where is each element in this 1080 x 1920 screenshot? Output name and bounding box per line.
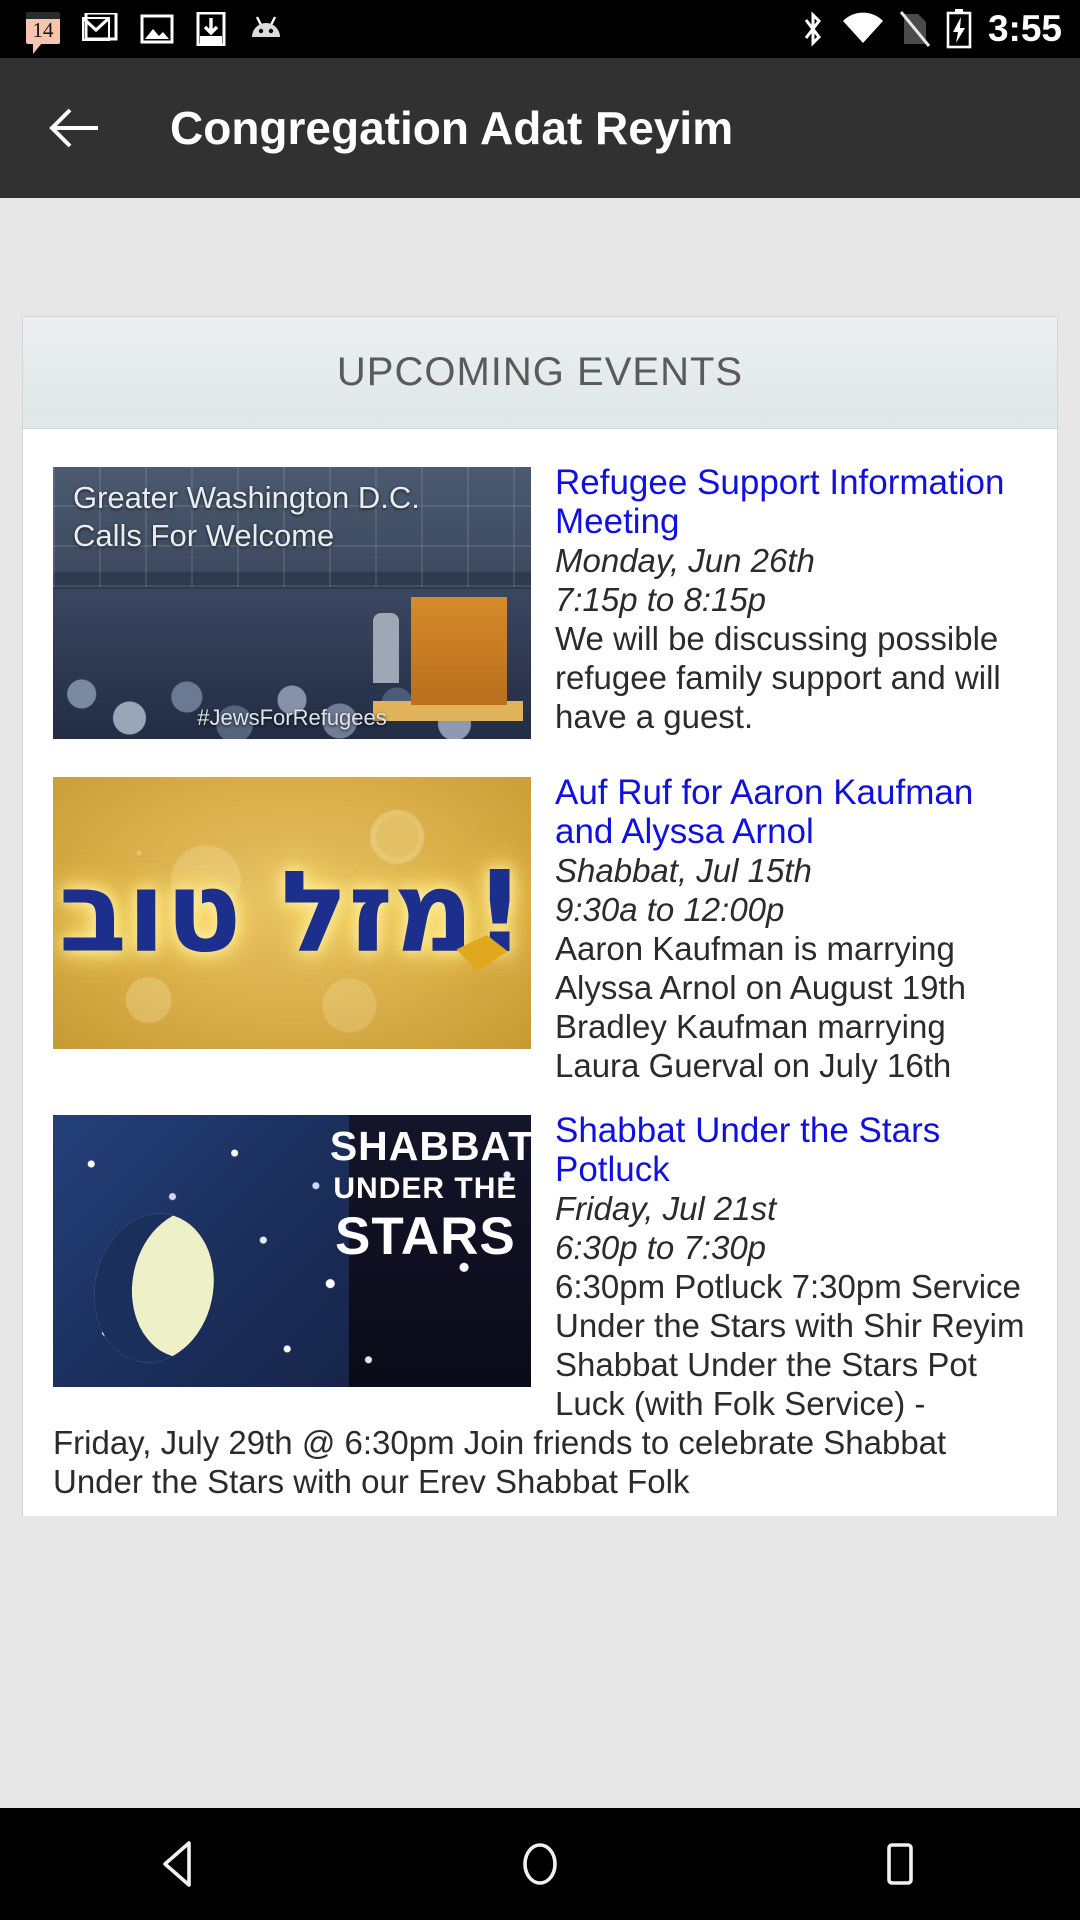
event-time: 9:30a to 12:00p [555, 891, 785, 928]
event-title-link[interactable]: Refugee Support Information Meeting [555, 463, 1004, 541]
status-bar-clock: 3:55 [987, 8, 1062, 49]
status-bar: 14 3:55 [0, 0, 1080, 58]
event-description: Aaron Kaufman is marrying Alyssa Arnol o… [555, 930, 966, 1084]
nav-back-icon[interactable] [105, 1808, 255, 1920]
mazel-tov-thumbnail[interactable]: !מזל טוב [53, 777, 531, 1049]
thumbnail-hashtag: #JewsForRefugees [197, 705, 387, 730]
calendar-icon: 14 [26, 12, 60, 54]
event-title-link[interactable]: Auf Ruf for Aaron Kaufman and Alyssa Arn… [555, 773, 973, 851]
app-screen: 14 3:55 Congregation Adat Reyim UPCOMING… [0, 0, 1080, 1920]
thumbnail-hebrew-text: !מזל טוב [58, 848, 526, 978]
events-list: Greater Washington D.C. Calls For Welcom… [23, 429, 1057, 1501]
list-item[interactable]: Greater Washington D.C. Calls For Welcom… [53, 463, 1027, 747]
upcoming-events-card: UPCOMING EVENTS Greater Washington D.C. … [22, 316, 1058, 1516]
thumbnail-caption-line2: UNDER THE [333, 1172, 518, 1205]
list-item[interactable]: SHABBAT UNDER THE STARS Shabbat Under th… [53, 1111, 1027, 1501]
event-time: 7:15p to 8:15p [555, 581, 767, 618]
shabbat-under-the-stars-thumbnail[interactable]: SHABBAT UNDER THE STARS [53, 1115, 531, 1387]
photos-icon [140, 14, 174, 44]
bluetooth-icon [804, 11, 821, 47]
wifi-icon [842, 12, 883, 43]
android-icon [252, 16, 280, 37]
event-title-link[interactable]: Shabbat Under the Stars Potluck [555, 1111, 940, 1189]
calendar-icon-date: 14 [32, 18, 54, 42]
status-bar-system-icons: 3:55 [800, 9, 1062, 49]
list-item[interactable]: !מזל טוב Auf Ruf for Aaron Kaufman and A… [53, 773, 1027, 1085]
nav-recents-icon[interactable] [825, 1808, 975, 1920]
event-date: Monday, Jun 26th [555, 542, 815, 579]
event-date: Friday, Jul 21st [555, 1190, 777, 1227]
card-header: UPCOMING EVENTS [23, 317, 1057, 429]
thumbnail-caption-line3: STARS [335, 1207, 516, 1266]
refugee-rally-thumbnail[interactable]: Greater Washington D.C. Calls For Welcom… [53, 467, 531, 739]
battery-charging-icon [946, 9, 972, 49]
app-bar: Congregation Adat Reyim [0, 58, 1080, 198]
thumbnail-caption-line2: Calls For Welcome [73, 518, 335, 553]
thumbnail-caption-line1: SHABBAT [329, 1123, 531, 1169]
back-arrow-icon[interactable] [42, 96, 106, 160]
gmail-icon [82, 13, 118, 41]
thumbnail-caption-line1: Greater Washington D.C. [73, 480, 420, 515]
download-icon [196, 12, 226, 46]
status-bar-notification-icons: 14 [26, 12, 284, 54]
navigation-bar [0, 1808, 1080, 1920]
page-title: Congregation Adat Reyim [170, 102, 734, 154]
event-time: 6:30p to 7:30p [555, 1229, 767, 1266]
event-description: We will be discussing possible refugee f… [555, 620, 1001, 735]
event-date: Shabbat, Jul 15th [555, 852, 812, 889]
card-header-title: UPCOMING EVENTS [336, 350, 744, 394]
content-area[interactable]: UPCOMING EVENTS Greater Washington D.C. … [0, 198, 1080, 1808]
no-sim-icon [899, 11, 930, 47]
nav-home-icon[interactable] [465, 1808, 615, 1920]
